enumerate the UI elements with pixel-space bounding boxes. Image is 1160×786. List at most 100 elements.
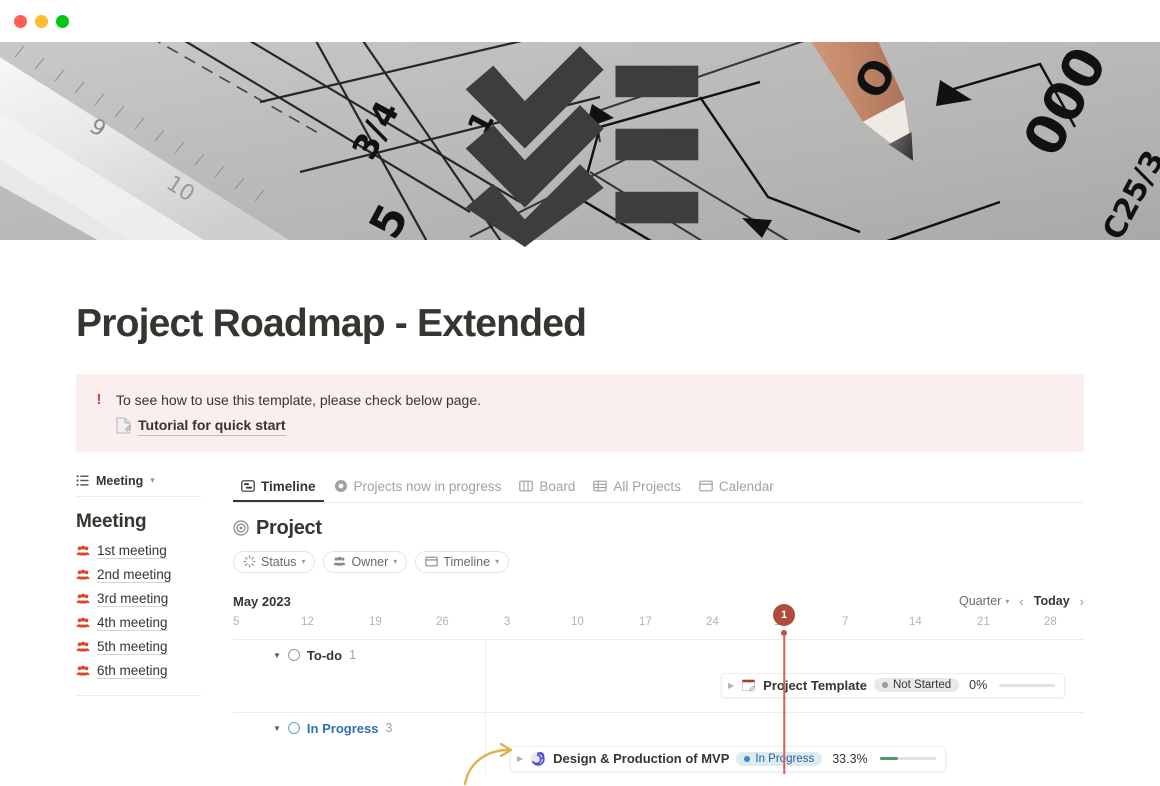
close-button[interactable] [14,14,27,28]
progress-percent: 0% [969,678,988,693]
tab-board[interactable]: Board [511,474,583,502]
list-item-label: 2nd meeting [97,566,172,583]
date-tick: 5 [233,615,240,628]
people-icon [76,665,90,676]
list-item[interactable]: 3rd meeting [76,587,201,611]
group-count: 1 [349,648,357,663]
list-item[interactable]: 5th meeting [76,635,201,659]
tab-label: Board [539,478,576,494]
target-icon [334,480,347,493]
chevron-down-icon: ▾ [495,557,500,567]
meeting-list-divider [76,694,201,696]
chevron-down-icon: ▾ [393,557,398,567]
group-header[interactable]: ▼ In Progress 3 [233,713,1084,742]
today-marker: 1 [773,603,795,774]
timeline-item-name: Project Template [763,677,867,693]
filter-timeline[interactable]: Timeline ▾ [415,550,510,573]
group-header[interactable]: ▼ To-do 1 [233,640,1084,669]
timeline-item-name: Design & Production of MVP [553,751,730,767]
tab-all-projects[interactable]: All Projects [585,474,689,502]
timeline-item-project-template[interactable]: ▶ Project Template Not Started 0% [721,672,1066,698]
date-tick: 24 [706,615,719,628]
list-item[interactable]: 2nd meeting [76,563,201,587]
timeline-group-in-progress: ▼ In Progress 3 ▶ Design & Production of… [233,712,1084,785]
meeting-list: 1st meeting 2nd meeting 3rd meeting 4th … [76,539,201,683]
tutorial-link[interactable]: Tutorial for quick start [116,415,481,436]
progress-percent: 33.3% [832,751,868,766]
prev-period-button[interactable]: ‹ [1019,594,1023,609]
tab-projects-now-in-progress[interactable]: Projects now in progress [326,474,510,502]
list-item[interactable]: 6th meeting [76,659,201,683]
tab-label: Timeline [261,478,316,494]
date-tick: 28 [1044,615,1057,628]
meeting-column: Meeting ▾ Meeting 1st meeting 2nd meetin… [76,474,223,773]
expand-triangle-icon[interactable]: ▶ [728,681,734,690]
date-tick: 3 [504,615,511,628]
tab-calendar[interactable]: Calendar [691,474,782,502]
page-icon [116,417,131,434]
chevron-down-icon: ▾ [301,557,306,567]
list-item[interactable]: 1st meeting [76,539,201,563]
group-count: 3 [385,721,393,736]
status-badge: In Progress [736,751,823,766]
next-period-button[interactable]: › [1080,594,1084,609]
status-dot-icon [744,755,751,762]
today-button[interactable]: Today [1034,594,1070,608]
filter-status[interactable]: Status ▾ [233,550,316,573]
tutorial-link-label[interactable]: Tutorial for quick start [138,415,286,436]
today-marker-badge: 1 [773,603,795,626]
people-icon [76,641,90,652]
chevron-down-icon[interactable]: ▾ [150,475,155,486]
timeline-zoom-label: Quarter [959,594,1002,609]
collapse-triangle-icon[interactable]: ▼ [273,651,281,660]
list-item-label: 1st meeting [97,542,167,559]
list-item-label: 6th meeting [97,662,168,679]
meeting-list-title: Meeting [76,510,147,532]
filter-owner[interactable]: Owner ▾ [323,550,408,573]
timeline-month-label: May 2023 [233,593,291,609]
maximize-button[interactable] [56,14,69,28]
date-tick: 26 [436,615,449,628]
status-badge: Not Started [873,678,960,693]
project-template-icon [742,679,756,692]
view-tabs: Timeline Projects now in progress Board [233,474,1084,503]
tab-label: Calendar [718,478,774,494]
callout-text: To see how to use this template, please … [116,391,481,408]
timeline-zoom-select[interactable]: Quarter ▾ [959,594,1009,608]
date-tick: 14 [909,615,922,628]
timeline-toolbar: May 2023 Quarter ▾ ‹ Today › [233,594,1084,609]
filter-label: Status [261,554,297,569]
status-dot-icon [881,682,888,689]
exclamation-icon: ! [96,390,102,408]
status-label: Not Started [892,679,952,692]
collapse-triangle-icon[interactable]: ▼ [273,724,281,733]
callout-block: ! To see how to use this template, pleas… [76,373,1084,452]
timeline-item-design-production-mvp[interactable]: ▶ Design & Production of MVP In Progress… [510,745,946,772]
today-marker-line [783,633,785,774]
group-name: To-do [306,647,343,663]
progress-bar [879,757,936,761]
expand-triangle-icon[interactable]: ▶ [517,754,523,763]
minimize-button[interactable] [35,14,48,28]
cover-image: 9 10 000 C25/3 O 1 3/4 5 [0,42,1160,247]
status-icon [243,555,256,568]
content-columns: Meeting ▾ Meeting 1st meeting 2nd meetin… [76,474,1084,785]
list-item-label: 5th meeting [97,638,168,655]
filter-label: Owner [351,554,389,569]
database-title: Project [256,516,322,539]
database-header: Project [233,517,1084,540]
people-icon [76,593,90,604]
checklist-icon [465,45,699,247]
people-icon [76,569,90,580]
timeline-icon [241,480,255,493]
list-item-label: 4th meeting [97,614,168,631]
date-tick: 12 [301,615,314,628]
linked-db-label: Meeting [96,473,144,488]
tab-label: All Projects [613,478,681,494]
window-titlebar [0,0,1160,42]
linked-db-header-meeting[interactable]: Meeting ▾ [76,474,201,497]
page-body: Project Roadmap - Extended ! To see how … [0,301,1160,785]
list-item[interactable]: 4th meeting [76,611,201,635]
tab-timeline[interactable]: Timeline [233,474,324,502]
date-tick: 7 [842,615,849,628]
